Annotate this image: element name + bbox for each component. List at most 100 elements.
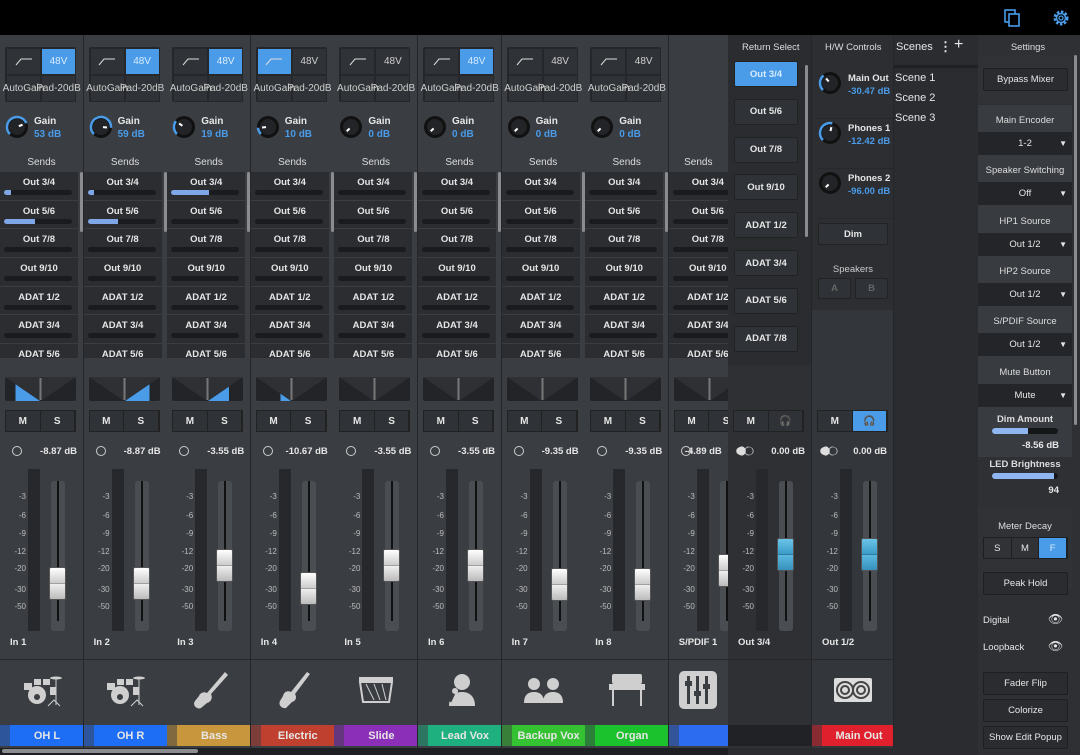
- spdif-source-dropdown[interactable]: Out 1/2 ▼: [978, 333, 1072, 356]
- send-item[interactable]: Out 7/8: [83, 229, 162, 259]
- pan-control[interactable]: [5, 377, 76, 401]
- phantom-power-button[interactable]: 48V: [41, 48, 76, 75]
- return-select-item[interactable]: Out 3/4: [734, 61, 798, 87]
- main-out-icon-area[interactable]: [812, 659, 893, 723]
- send-item[interactable]: ADAT 1/2: [83, 287, 162, 316]
- pan-control[interactable]: [423, 377, 494, 401]
- high-pass-filter-button[interactable]: [340, 48, 376, 75]
- send-level-slider[interactable]: [422, 247, 490, 253]
- send-item[interactable]: Out 9/10: [668, 258, 728, 287]
- send-item[interactable]: Out 9/10: [83, 258, 162, 287]
- eye-icon[interactable]: 👁: [1048, 612, 1063, 626]
- send-level-slider[interactable]: [87, 333, 156, 339]
- send-level-slider[interactable]: [338, 304, 407, 310]
- return-select-item[interactable]: Out 5/6: [734, 98, 798, 125]
- sends-scrollbar[interactable]: [498, 172, 501, 232]
- send-item[interactable]: Out 5/6: [501, 201, 580, 230]
- record-arm-icon[interactable]: [95, 446, 106, 456]
- send-item[interactable]: ADAT 5/6: [585, 344, 663, 358]
- send-item[interactable]: Out 3/4: [334, 172, 413, 201]
- instrument-icon-area[interactable]: [334, 659, 418, 723]
- return-select-item[interactable]: ADAT 1/2: [734, 212, 798, 239]
- gain-knob[interactable]: [256, 115, 280, 139]
- send-item[interactable]: Out 5/6: [334, 201, 413, 230]
- send-item[interactable]: Out 9/10: [0, 258, 78, 287]
- sends-scrollbar[interactable]: [247, 172, 251, 232]
- send-level-slider[interactable]: [505, 333, 574, 339]
- hw-volume-knob[interactable]: [818, 121, 842, 145]
- sends-scrollbar[interactable]: [665, 172, 669, 232]
- show-edit-popup-button[interactable]: Show Edit Popup: [983, 726, 1068, 749]
- gear-icon[interactable]: [1051, 8, 1071, 28]
- send-level-slider[interactable]: [589, 218, 658, 224]
- return-select-item[interactable]: ADAT 3/4: [734, 250, 798, 276]
- channel-name-label[interactable]: Organ: [585, 725, 669, 746]
- send-level-slider[interactable]: [672, 304, 728, 310]
- channel-name-label[interactable]: OH R: [83, 725, 167, 746]
- send-level-slider[interactable]: [505, 276, 574, 282]
- pan-control[interactable]: [172, 377, 244, 401]
- send-item[interactable]: ADAT 5/6: [669, 344, 728, 358]
- volume-fader[interactable]: [49, 567, 66, 600]
- pad-button[interactable]: Pad -20dB: [287, 75, 332, 102]
- pan-control[interactable]: [506, 377, 578, 401]
- channel-name-label[interactable]: Slide: [334, 725, 418, 746]
- record-arm-icon[interactable]: [430, 446, 440, 456]
- pad-button[interactable]: Pad -20dB: [371, 75, 415, 102]
- instrument-icon-area[interactable]: [418, 659, 501, 723]
- high-pass-filter-button[interactable]: [256, 48, 292, 75]
- copy-icon[interactable]: [1002, 8, 1022, 28]
- send-item[interactable]: Out 3/4: [250, 172, 329, 201]
- volume-fader[interactable]: [634, 568, 652, 602]
- send-item[interactable]: ADAT 1/2: [668, 287, 728, 316]
- mute-button[interactable]: M: [90, 411, 125, 431]
- channel-name-label[interactable]: Backup Vox: [501, 725, 585, 746]
- send-item[interactable]: Out 7/8: [668, 229, 728, 259]
- meter-decay-option[interactable]: S: [984, 538, 1012, 558]
- channel-name-label[interactable]: [668, 725, 728, 746]
- send-level-slider[interactable]: [254, 247, 323, 253]
- phantom-power-button[interactable]: 48V: [375, 48, 411, 75]
- send-item[interactable]: Out 3/4: [668, 172, 728, 201]
- send-level-slider[interactable]: [87, 190, 156, 195]
- send-item[interactable]: ADAT 5/6: [0, 344, 78, 358]
- pad-button[interactable]: Pad -20dB: [203, 75, 248, 102]
- send-item[interactable]: ADAT 3/4: [668, 315, 728, 345]
- send-item[interactable]: Out 3/4: [501, 172, 580, 201]
- dim-button[interactable]: Dim: [818, 223, 888, 245]
- send-item[interactable]: Out 5/6: [167, 201, 246, 230]
- scene-item[interactable]: Scene 2: [895, 92, 935, 104]
- solo-button[interactable]: S: [208, 411, 243, 431]
- send-level-slider[interactable]: [254, 333, 323, 339]
- led-brightness-slider[interactable]: [992, 473, 1058, 479]
- send-level-slider[interactable]: [254, 276, 323, 282]
- volume-fader[interactable]: [132, 567, 150, 600]
- instrument-icon-area[interactable]: [83, 659, 167, 723]
- send-level-slider[interactable]: [589, 190, 658, 195]
- send-level-slider[interactable]: [589, 247, 658, 253]
- high-pass-filter-button[interactable]: [591, 48, 627, 75]
- send-level-slider[interactable]: [254, 190, 323, 195]
- mute-button[interactable]: M: [340, 411, 375, 431]
- send-item[interactable]: Out 3/4: [418, 172, 496, 201]
- headphones-icon[interactable]: 🎧: [852, 411, 887, 431]
- send-level-slider[interactable]: [422, 333, 490, 339]
- send-item[interactable]: ADAT 1/2: [501, 287, 580, 316]
- gain-knob[interactable]: [172, 115, 196, 139]
- send-level-slider[interactable]: [4, 190, 72, 195]
- record-arm-icon[interactable]: [12, 446, 22, 456]
- return-select-item[interactable]: ADAT 7/8: [734, 325, 798, 352]
- instrument-icon-area[interactable]: [668, 659, 728, 723]
- add-scene-icon[interactable]: +: [954, 36, 963, 54]
- send-item[interactable]: ADAT 3/4: [418, 315, 496, 345]
- speaker-b-button[interactable]: B: [855, 278, 888, 299]
- mute-button[interactable]: M: [257, 411, 292, 431]
- meter-decay-option[interactable]: F: [1039, 538, 1068, 558]
- send-item[interactable]: ADAT 3/4: [501, 315, 580, 345]
- send-item[interactable]: Out 7/8: [0, 229, 78, 259]
- send-item[interactable]: ADAT 5/6: [418, 344, 496, 358]
- instrument-icon-area[interactable]: [0, 659, 83, 723]
- pad-button[interactable]: Pad -20dB: [538, 75, 582, 102]
- mute-button[interactable]: M: [818, 411, 853, 431]
- mute-button[interactable]: M: [508, 411, 543, 431]
